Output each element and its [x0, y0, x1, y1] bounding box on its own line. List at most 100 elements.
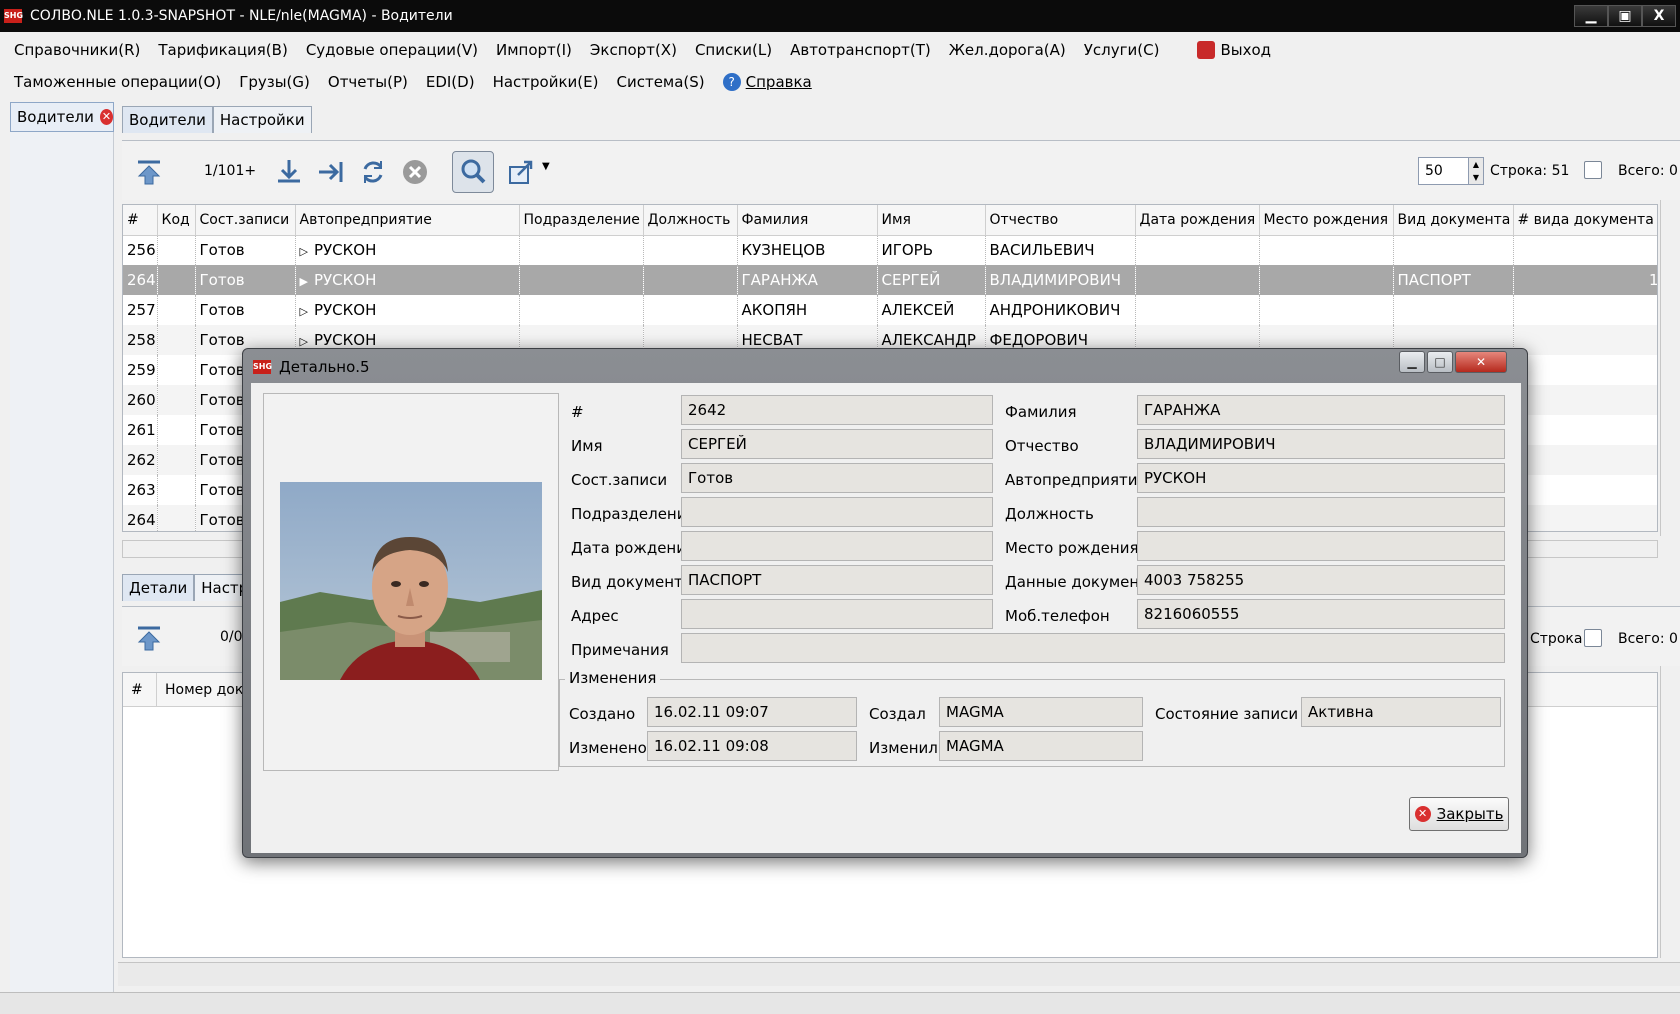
row-checkbox[interactable]: [1584, 161, 1602, 179]
field-position[interactable]: [1137, 497, 1505, 527]
menu-export[interactable]: Экспорт(X): [590, 41, 677, 59]
menu-cargo[interactable]: Грузы(G): [239, 73, 310, 91]
grid-vertical-scrollbar[interactable]: [1660, 200, 1680, 536]
col-header-code[interactable]: Код: [157, 205, 196, 236]
rows-spinner[interactable]: ▲ ▼: [1468, 157, 1484, 185]
dialog-titlebar: SHG Детально.5: [253, 355, 370, 379]
menu-ship-operations[interactable]: Судовые операции(V): [306, 41, 478, 59]
field-last-name[interactable]: ГАРАНЖА: [1137, 395, 1505, 425]
table-row[interactable]: 257 Готов ▷ РУСКОН АКОПЯН АЛЕКСЕЙ АНДРОНИ…: [123, 295, 1657, 325]
table-row[interactable]: 256 Готов ▷ РУСКОН КУЗНЕЦОВ ИГОРЬ ВАСИЛЬЕ…: [123, 235, 1657, 265]
download-icon[interactable]: [272, 155, 306, 189]
field-address[interactable]: [681, 599, 993, 629]
expand-icon[interactable]: ▷: [300, 305, 308, 318]
col-header-num[interactable]: #: [123, 205, 158, 236]
dialog-body: # 2642 Имя СЕРГЕЙ Сост.записи Готов Подр…: [251, 383, 1521, 853]
table-row-selected[interactable]: 2642 Готов ▶ РУСКОН ГАРАНЖА СЕРГЕЙ ВЛАДИМ…: [123, 265, 1657, 295]
field-division[interactable]: [681, 497, 993, 527]
photo-frame: [263, 393, 559, 771]
menu-directories[interactable]: Справочники(R): [14, 41, 140, 59]
cancel-icon[interactable]: [398, 155, 432, 189]
field-company[interactable]: РУСКОН: [1137, 463, 1505, 493]
menu-exit[interactable]: Выход: [1197, 41, 1271, 59]
menu-tariffs[interactable]: Тарификация(B): [158, 41, 287, 59]
menu-customs[interactable]: Таможенные операции(O): [14, 73, 221, 91]
col-header-middlename[interactable]: Отчество: [985, 205, 1136, 236]
menu-railway[interactable]: Жел.дорога(A): [949, 41, 1066, 59]
refresh-icon[interactable]: [356, 155, 390, 189]
search-icon[interactable]: [452, 151, 494, 193]
menu-reports[interactable]: Отчеты(P): [328, 73, 408, 91]
label-middle-name: Отчество: [1005, 437, 1079, 455]
maximize-button[interactable]: ▣: [1608, 5, 1642, 27]
field-middle-name[interactable]: ВЛАДИМИРОВИЧ: [1137, 429, 1505, 459]
field-modified[interactable]: 16.02.11 09:08: [647, 731, 857, 761]
cell-company-label: РУСКОН: [313, 331, 377, 349]
field-created[interactable]: 16.02.11 09:07: [647, 697, 857, 727]
label-docdata: Данные документа: [1005, 573, 1158, 591]
col-header-doctype[interactable]: Вид документа: [1393, 205, 1514, 236]
close-icon: ✕: [1414, 806, 1431, 822]
cell-state: Готов: [195, 235, 296, 265]
details-vertical-scrollbar[interactable]: [1660, 666, 1680, 958]
col-header-state[interactable]: Сост.записи: [195, 205, 296, 236]
cell-doctype: [1393, 235, 1514, 265]
menu-settings[interactable]: Настройки(E): [493, 73, 599, 91]
field-creator[interactable]: MAGMA: [939, 697, 1143, 727]
field-num[interactable]: 2642: [681, 395, 993, 425]
col-header-birthplace[interactable]: Место рождения: [1259, 205, 1394, 236]
col-header-birthdate[interactable]: Дата рождения: [1135, 205, 1260, 236]
first-page-icon[interactable]: [132, 155, 166, 189]
field-mobile[interactable]: 8216060555: [1137, 599, 1505, 629]
menu-edi[interactable]: EDI(D): [426, 73, 475, 91]
cell-docnum: [1513, 295, 1657, 325]
field-doctype[interactable]: ПАСПОРТ: [681, 565, 993, 595]
field-state[interactable]: Готов: [681, 463, 993, 493]
field-modifier[interactable]: MAGMA: [939, 731, 1143, 761]
cell-doctype: ПАСПОРТ: [1393, 265, 1514, 295]
tab-details[interactable]: Детали: [122, 574, 195, 601]
menu-system[interactable]: Система(S): [616, 73, 704, 91]
field-notes[interactable]: [681, 633, 1505, 663]
field-docdata[interactable]: 4003 758255: [1137, 565, 1505, 595]
minimize-button[interactable]: ▁: [1574, 5, 1608, 27]
menu-help[interactable]: ? Справка: [722, 73, 812, 91]
menu-services[interactable]: Услуги(C): [1084, 41, 1160, 59]
col-header-division[interactable]: Подразделение: [519, 205, 644, 236]
dialog-close-button[interactable]: ✕: [1455, 351, 1507, 373]
total-label: Всего: 0: [1618, 163, 1678, 179]
col-header-lastname[interactable]: Фамилия: [737, 205, 878, 236]
label-notes: Примечания: [571, 641, 669, 659]
col-header-position[interactable]: Должность: [643, 205, 738, 236]
cell-division: [519, 295, 644, 325]
field-birthdate[interactable]: [681, 531, 993, 561]
menu-import[interactable]: Импорт(I): [496, 41, 572, 59]
close-tab-icon[interactable]: ✕: [99, 109, 113, 125]
expand-icon[interactable]: ▶: [300, 275, 308, 288]
close-window-button[interactable]: X: [1642, 5, 1676, 27]
export-dropdown-icon[interactable]: ▼: [542, 161, 550, 172]
details-col-num[interactable]: #: [123, 673, 157, 706]
col-header-company[interactable]: Автопредприятие: [295, 205, 520, 236]
export-icon[interactable]: [504, 155, 538, 189]
jump-to-icon[interactable]: [314, 155, 348, 189]
field-record-status[interactable]: Активна: [1301, 697, 1501, 727]
col-header-firstname[interactable]: Имя: [877, 205, 986, 236]
expand-icon[interactable]: ▷: [300, 245, 308, 258]
dialog-minimize-button[interactable]: ▁: [1399, 351, 1425, 373]
tab-drivers-left[interactable]: Водители ✕: [10, 102, 114, 132]
menu-motor-transport[interactable]: Автотранспорт(T): [790, 41, 931, 59]
dialog-maximize-button[interactable]: □: [1427, 351, 1453, 373]
menu-lists[interactable]: Списки(L): [695, 41, 772, 59]
first-page-icon[interactable]: [132, 621, 166, 655]
close-dialog-button[interactable]: ✕ Закрыть: [1409, 797, 1509, 831]
tab-settings[interactable]: Настройки: [212, 106, 312, 133]
details-row-checkbox[interactable]: [1584, 629, 1602, 647]
cell-num: 264: [123, 505, 158, 531]
label-birthplace: Место рождения: [1005, 539, 1139, 557]
tab-drivers[interactable]: Водители: [122, 106, 213, 133]
field-first-name[interactable]: СЕРГЕЙ: [681, 429, 993, 459]
col-header-docnum[interactable]: # вида документа: [1513, 205, 1657, 236]
expand-icon[interactable]: ▷: [300, 335, 308, 348]
field-birthplace[interactable]: [1137, 531, 1505, 561]
